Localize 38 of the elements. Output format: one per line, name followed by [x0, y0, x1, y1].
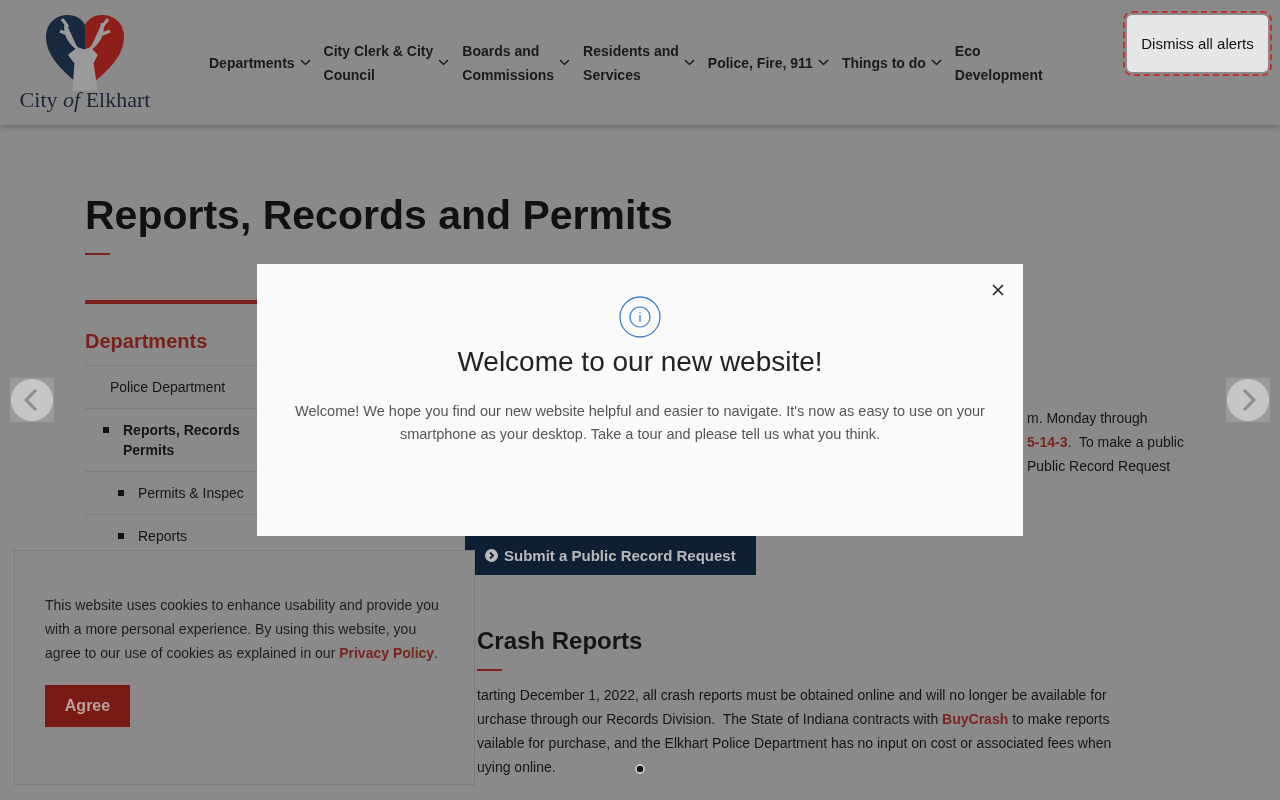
- text-link[interactable]: BuyCrash: [942, 711, 1009, 727]
- deer-heart-logo-icon: [44, 12, 126, 91]
- previous-slide-button[interactable]: [10, 378, 54, 422]
- close-button[interactable]: [991, 284, 1005, 298]
- submit-request-button[interactable]: Submit a Public Record Request: [465, 536, 756, 575]
- privacy-policy-link[interactable]: Privacy Policy: [339, 645, 435, 661]
- body-text-line: urchase through our Records Division. The State of Indiana contracts with BuyCrash to make reports: [477, 710, 1110, 729]
- arrow-circle-icon: [485, 549, 498, 562]
- bullet-icon: [118, 490, 124, 496]
- info-icon: [619, 296, 661, 338]
- chevron-left-icon: [10, 378, 54, 422]
- body-text-line: m. Monday through: [1027, 409, 1148, 428]
- body-text-line: vailable for purchase, and the Elkhart Police Department has no input on cost or associated fees when: [477, 734, 1112, 753]
- body-text-line: tarting December 1, 2022, all crash reports must be obtained online and will no longer be available for: [477, 686, 1107, 705]
- logo-text: City of Elkhart: [19, 86, 151, 113]
- bullet-icon: [118, 533, 124, 539]
- nav-menu-item[interactable]: Police, Fire, 911: [705, 50, 831, 75]
- nav-menu-item[interactable]: Things to do: [839, 50, 944, 75]
- heading-underline: [477, 669, 502, 671]
- body-text-line: uying online.: [477, 758, 556, 777]
- bullet-icon: [103, 427, 109, 433]
- title-underline: [85, 253, 110, 255]
- nav-menu-item[interactable]: Residents and Services: [581, 38, 697, 87]
- page-title: Reports, Records and Permits: [85, 191, 674, 240]
- nav-menu-item[interactable]: City Clerk & City Council: [321, 38, 452, 87]
- body-text-line: 5-14-3. To make a public: [1027, 433, 1184, 452]
- close-icon: [992, 284, 1004, 296]
- body-text-line: Public Record Request: [1027, 457, 1171, 476]
- nav-menu-item[interactable]: Boards and Commissions: [460, 38, 573, 87]
- agree-button[interactable]: Agree: [45, 685, 130, 727]
- dot-icon: [635, 764, 645, 774]
- nav-menu-item[interactable]: Departments: [207, 50, 313, 75]
- nav-menu-item[interactable]: Eco Development: [952, 38, 1045, 87]
- cookie-notice-text: This website uses cookies to enhance usability and provide you with a more personal experience. By using this website, you agree to our use of cookies as explained in our Privacy Policy.: [45, 596, 440, 663]
- section-heading: Crash Reports: [477, 627, 644, 655]
- chevron-right-icon: [1226, 378, 1270, 422]
- next-slide-button[interactable]: [1226, 378, 1270, 422]
- dialog-title: Welcome to our new website!: [457, 346, 823, 378]
